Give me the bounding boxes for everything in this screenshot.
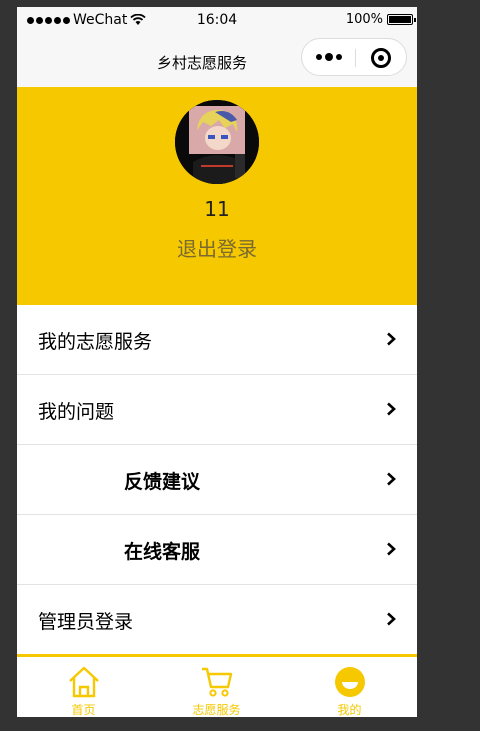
status-right: 100%	[345, 12, 416, 27]
menu-item-label: 我的志愿服务	[38, 331, 153, 353]
profile-icon	[334, 667, 365, 697]
menu-item-feedback[interactable]: 反馈建议	[17, 445, 417, 515]
capsule-divider	[355, 49, 356, 67]
tab-label: 首页	[71, 703, 96, 717]
menu-item-label: 我的问题	[38, 401, 115, 423]
nav-bar: 乡村志愿服务	[17, 35, 417, 87]
menu-item-my-volunteer-service[interactable]: 我的志愿服务	[17, 305, 417, 375]
menu-list: 我的志愿服务 我的问题 反馈建议 在线客服 管理员登录	[17, 305, 417, 654]
chevron-right-icon	[387, 402, 396, 416]
cart-icon	[201, 667, 232, 697]
username: 11	[204, 197, 230, 221]
profile-header: 11 退出登录	[17, 87, 417, 305]
tab-bar: 首页 志愿服务 我的	[17, 654, 417, 717]
chevron-right-icon	[387, 332, 396, 346]
chevron-right-icon	[387, 472, 396, 486]
tab-label: 志愿服务	[192, 703, 241, 717]
phone-screen: WeChat 16:04 100% 乡村志愿服务 11 退出登录 我的志愿服务 …	[17, 7, 417, 717]
avatar-image	[175, 100, 259, 184]
tab-home[interactable]: 首页	[17, 657, 150, 717]
logout-button[interactable]: 退出登录	[17, 233, 417, 262]
chevron-right-icon	[387, 542, 396, 556]
menu-item-admin-login[interactable]: 管理员登录	[17, 585, 417, 654]
menu-item-label: 管理员登录	[38, 611, 134, 633]
battery-icon	[387, 14, 416, 25]
close-icon[interactable]	[371, 48, 391, 68]
tab-label: 我的	[337, 703, 362, 717]
menu-item-label: 反馈建议	[124, 471, 201, 493]
menu-item-online-support[interactable]: 在线客服	[17, 515, 417, 585]
status-bar: WeChat 16:04 100%	[17, 7, 417, 35]
mini-program-capsule	[301, 38, 407, 76]
home-icon	[68, 666, 99, 698]
menu-item-my-questions[interactable]: 我的问题	[17, 375, 417, 445]
more-icon[interactable]	[316, 53, 342, 61]
battery-percent: 100%	[345, 12, 383, 27]
chevron-right-icon	[387, 612, 396, 626]
menu-item-label: 在线客服	[124, 541, 201, 563]
avatar[interactable]	[175, 100, 259, 184]
tab-mine[interactable]: 我的	[283, 657, 416, 717]
tab-volunteer-service[interactable]: 志愿服务	[150, 657, 283, 717]
